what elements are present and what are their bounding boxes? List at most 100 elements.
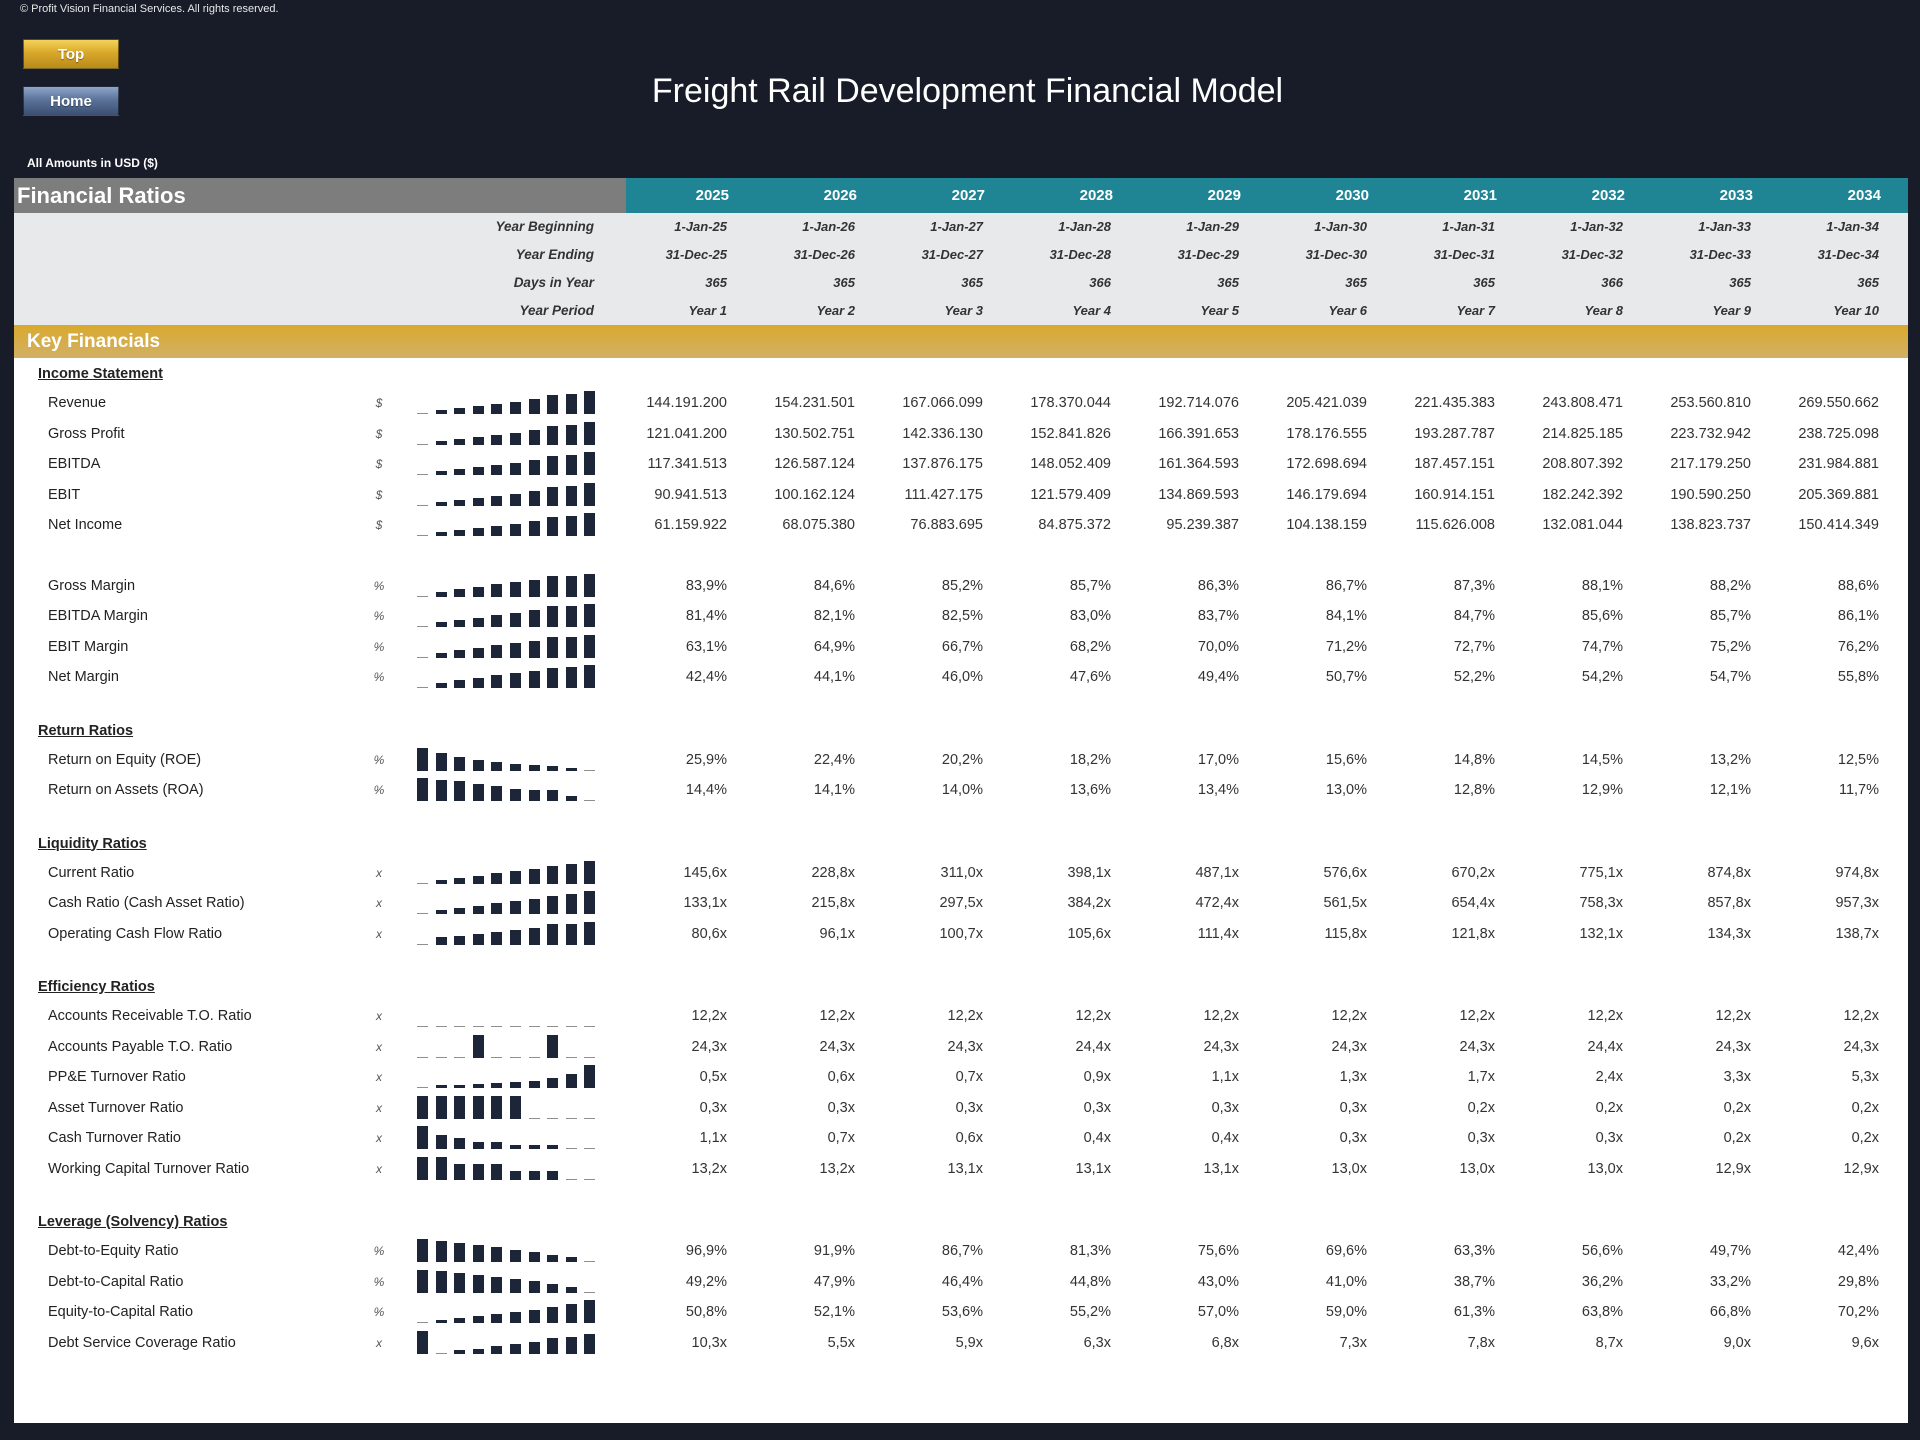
sparkline-bar	[510, 1056, 521, 1058]
sparkline-bar	[454, 1318, 466, 1323]
sparkline-chart	[417, 1237, 597, 1265]
sparkline-bar	[510, 581, 521, 597]
unit-label: %	[373, 1305, 385, 1319]
cell-value: 15,6%	[1325, 751, 1367, 768]
sparkline-bar	[565, 1148, 577, 1149]
sparkline-bar	[565, 1257, 577, 1262]
cell-value: 561,5x	[1323, 895, 1367, 911]
sparkline-bar	[435, 471, 447, 475]
cell-value: 63,1%	[685, 638, 727, 655]
cell-value: 215,8x	[811, 895, 855, 911]
sparkline-bar	[547, 1170, 559, 1180]
cell-value: 208.807.392	[1542, 456, 1623, 472]
sparkline-bar	[435, 752, 447, 771]
row-label: Net Margin	[48, 669, 119, 685]
cell-value: 7,3x	[1339, 1334, 1367, 1351]
table-row: Gross Margin% 83,9% 84,6% 85,2% 85,7% 86,3% 86…	[14, 571, 1908, 601]
cell-value: 85,7%	[1069, 577, 1111, 594]
meta-value: Year 3	[944, 303, 983, 318]
cell-value: 117.341.513	[647, 456, 727, 472]
cell-value: 0,6x	[827, 1069, 855, 1085]
sparkline-bar	[454, 649, 466, 658]
unit-label: x	[376, 1161, 382, 1176]
sparkline-bar	[417, 535, 428, 536]
sparkline-bar	[435, 1085, 447, 1088]
cell-value: 231.984.881	[1798, 456, 1879, 472]
sparkline-bar	[565, 1074, 577, 1088]
row-label: EBIT	[48, 486, 81, 503]
meta-value: 365	[1217, 275, 1239, 290]
sparkline-bar	[435, 501, 447, 506]
sparkline-bar	[510, 402, 521, 414]
sparkline-bar	[528, 460, 540, 475]
unit-label: x	[376, 1131, 382, 1145]
cell-value: 54,2%	[1581, 669, 1623, 685]
sparkline-bar	[510, 463, 521, 475]
sparkline-bar	[565, 1304, 577, 1323]
sparkline-chart	[417, 450, 597, 478]
cell-value: 126.587.124	[774, 456, 855, 472]
sparkline-bar	[491, 675, 503, 688]
sparkline-bar	[584, 573, 596, 597]
sparkline-bar	[547, 1078, 559, 1088]
cell-value: 0,5x	[699, 1069, 727, 1085]
cell-value: 24,3x	[1843, 1038, 1879, 1055]
meta-value: 365	[705, 275, 727, 290]
sparkline-bar	[454, 1272, 466, 1293]
cell-value: 75,6%	[1197, 1243, 1239, 1259]
meta-value: Year 5	[1200, 303, 1239, 318]
cell-value: 86,7%	[1325, 577, 1367, 594]
financial-ratios-sheet: Financial Ratios 2025 2026 2027 2028 2029 203…	[14, 178, 1908, 1423]
sparkline-bar	[528, 671, 540, 688]
sparkline-bar	[454, 680, 466, 688]
sparkline-chart	[417, 920, 597, 948]
cell-value: 115,8x	[1324, 925, 1367, 942]
sparkline-bar	[491, 786, 503, 801]
row-label: Net Income	[48, 517, 123, 533]
cell-value: 7,8x	[1467, 1334, 1495, 1351]
row-label: EBITDA Margin	[48, 608, 148, 624]
sparkline-bar	[528, 764, 540, 771]
cell-value: 24,3x	[1715, 1038, 1751, 1055]
cell-value: 25,9%	[685, 751, 727, 768]
year-header: 2032	[1591, 187, 1625, 204]
cell-value: 167.066.099	[902, 395, 983, 411]
sparkline-bar	[565, 636, 577, 658]
sparkline-bar	[510, 1250, 521, 1262]
amounts-note: All Amounts in USD ($)	[27, 156, 158, 170]
cell-value: 154.231.501	[774, 395, 855, 411]
sparkline-bar	[454, 1056, 466, 1058]
sparkline-bar	[547, 1255, 559, 1262]
cell-value: 190.590.250	[1670, 486, 1751, 503]
cell-value: 83,9%	[685, 577, 727, 594]
sparkline-chart	[417, 602, 597, 630]
sparkline-bar	[565, 455, 577, 475]
sparkline-bar	[584, 452, 596, 475]
cell-value: 12,9x	[1843, 1160, 1879, 1177]
sparkline-bar	[417, 656, 428, 658]
table-row: Cash Ratio (Cash Asset Ratio) x 133,1x 215,…	[14, 888, 1908, 918]
sparkline-bar	[472, 618, 484, 627]
cell-value: 14,0%	[941, 782, 983, 798]
table-row: Return on Assets (ROA)% 14,4% 14,1% 14,0% 13…	[14, 775, 1908, 805]
cell-value: 142.336.130	[902, 425, 983, 442]
cell-value: 12,2x	[1331, 1008, 1367, 1024]
sparkline-bar	[417, 626, 428, 627]
sparkline-chart	[417, 889, 597, 917]
sparkline-bar	[510, 432, 521, 445]
sparkline-bar	[528, 429, 540, 445]
top-button[interactable]: Top	[23, 39, 119, 69]
sparkline-bar	[472, 1026, 484, 1027]
cell-value: 0,3x	[955, 1099, 983, 1116]
sparkline-bar	[528, 790, 540, 801]
sparkline-bar	[510, 524, 521, 536]
meta-value: 1-Jan-32	[1570, 219, 1623, 234]
meta-value: Year 2	[816, 303, 855, 318]
sparkline-bar	[472, 528, 484, 536]
sparkline-bar	[565, 1286, 577, 1293]
sparkline-bar	[547, 1034, 559, 1058]
sparkline-bar	[491, 1026, 503, 1027]
table-row: Net Margin% 42,4% 44,1% 46,0% 47,6% 49,4% 50,7…	[14, 662, 1908, 692]
cell-value: 0,3x	[699, 1099, 727, 1116]
sparkline-bar	[565, 1336, 577, 1354]
